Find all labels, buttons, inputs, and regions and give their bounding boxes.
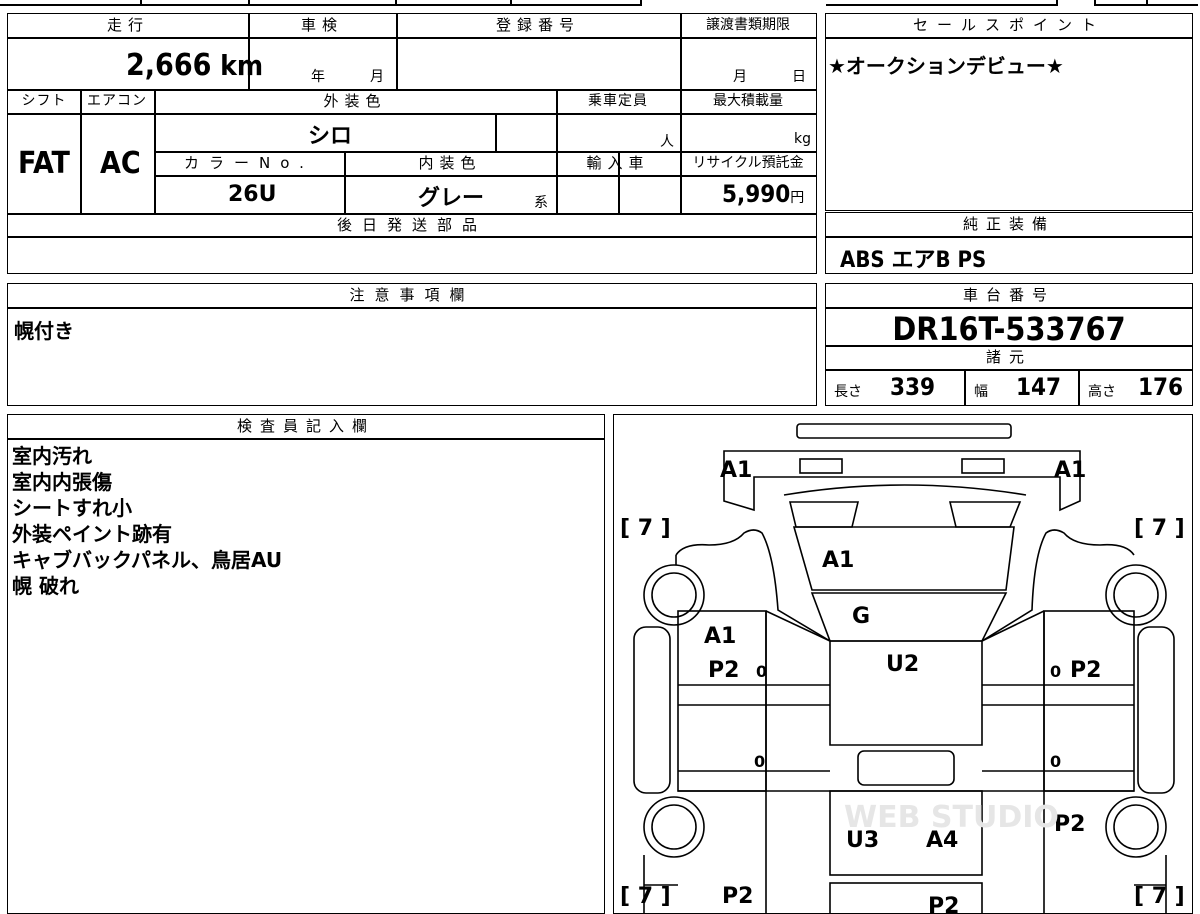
inspection-label: 車検 <box>300 16 343 34</box>
sales-point-text: ★オークションデビュー★ <box>828 54 1064 78</box>
bracket-mark: [ 7 ] <box>620 516 671 541</box>
factory-equipment-label: 純正装備 <box>962 215 1055 233</box>
inspector-line: 幌 破れ <box>12 574 79 598</box>
chassis-panel: 車台番号 DR16T-533767 諸元 長さ 339 幅 147 高さ 176 <box>825 283 1193 406</box>
factory-equipment-value: ABS エアB PS <box>840 248 987 273</box>
chassis-label: 車台番号 <box>962 286 1055 304</box>
inspection-year: 年 <box>311 69 325 85</box>
damage-mark: P2 <box>722 884 753 909</box>
damage-mark: P2 <box>928 894 959 914</box>
registration-label: 登録番号 <box>495 16 580 34</box>
recycle-fee-value: 5,990円 <box>722 180 805 208</box>
width-value: 147 <box>1016 373 1062 401</box>
inspection-month: 月 <box>370 69 384 85</box>
mileage-label: 走行 <box>106 16 149 34</box>
recycle-fee-label: リサイクル預託金 <box>692 155 804 171</box>
watermark: WEB STUDIO <box>844 800 1059 835</box>
aircon-value: AC <box>100 146 141 181</box>
vehicle-info-table: 走行 車検 登録番号 譲渡書類期限 2,666 km 年 月 月 日 シフト エ… <box>7 13 817 274</box>
length-label: 長さ <box>834 384 862 400</box>
damage-mark: A1 <box>720 458 752 483</box>
inspector-line: 室内内張傷 <box>12 470 112 494</box>
notes-text: 幌付き <box>14 319 74 343</box>
bracket-mark: [ 7 ] <box>1134 516 1185 541</box>
aircon-label: エアコン <box>87 93 147 109</box>
color-no-value: 26U <box>228 182 277 207</box>
vehicle-damage-diagram: 0 0 0 0 [ 7 ] [ 7 ] [ 7 ] [ 7 ] A1 A1 A1… <box>613 414 1193 914</box>
damage-mark: A1 <box>1054 458 1086 483</box>
length-value: 339 <box>890 373 936 401</box>
exterior-color-label: 外装色 <box>323 92 387 110</box>
chassis-value: DR16T-533767 <box>892 310 1126 348</box>
zero-mark: 0 <box>1050 752 1061 771</box>
damage-mark: A1 <box>704 624 736 649</box>
height-label: 高さ <box>1088 384 1116 400</box>
later-parts-label: 後日発送部品 <box>336 216 487 234</box>
shift-value: FAT <box>18 146 70 181</box>
damage-mark: U2 <box>886 652 919 677</box>
capacity-unit: 人 <box>660 134 674 150</box>
transfer-month: 月 <box>733 69 747 85</box>
top-strip <box>0 0 1200 6</box>
truck-diagram-svg: 0 0 0 0 [ 7 ] [ 7 ] [ 7 ] [ 7 ] A1 A1 A1… <box>620 423 1185 914</box>
interior-color-value: グレー <box>418 186 485 211</box>
bracket-mark: [ 7 ] <box>620 884 671 909</box>
damage-mark: P2 <box>1070 658 1101 683</box>
zero-mark: 0 <box>754 752 765 771</box>
damage-mark: A1 <box>822 548 854 573</box>
transfer-day: 日 <box>792 69 806 85</box>
inspector-panel: 検査員記入欄 室内汚れ 室内内張傷 シートすれ小 外装ペイント跡有 キャブバック… <box>7 414 605 914</box>
damage-mark: P2 <box>708 658 739 683</box>
mileage-value: 2,666 km <box>126 48 264 83</box>
notes-label: 注意事項欄 <box>349 286 475 304</box>
bracket-mark: [ 7 ] <box>1134 884 1185 909</box>
transfer-deadline-label: 譲渡書類期限 <box>706 17 790 33</box>
exterior-color-value: シロ <box>308 124 353 149</box>
inspector-label: 検査員記入欄 <box>236 417 375 435</box>
inspector-line: シートすれ小 <box>12 496 132 520</box>
color-no-label: カラーNo. <box>184 154 314 172</box>
height-value: 176 <box>1138 373 1184 401</box>
inspector-line: 室内汚れ <box>12 444 92 468</box>
sales-point-label: セールスポイント <box>912 16 1105 34</box>
inspector-line: 外装ペイント跡有 <box>12 522 172 546</box>
max-load-label: 最大積載量 <box>713 93 783 109</box>
import-label: 輸入車 <box>586 154 650 172</box>
specs-label: 諸元 <box>985 348 1032 366</box>
factory-equipment-panel: 純正装備 ABS エアB PS <box>825 212 1193 274</box>
shift-label: シフト <box>21 93 67 109</box>
damage-mark: G <box>852 604 870 629</box>
zero-mark: 0 <box>1050 662 1061 681</box>
capacity-label: 乗車定員 <box>588 93 648 109</box>
sales-point-panel: セールスポイント ★オークションデビュー★ <box>825 13 1193 211</box>
max-load-unit: kg <box>794 131 811 147</box>
inspector-lines: 室内汚れ 室内内張傷 シートすれ小 外装ペイント跡有 キャブバックパネル、鳥居A… <box>12 443 282 599</box>
width-label: 幅 <box>974 384 988 400</box>
zero-mark: 0 <box>756 662 767 681</box>
notes-panel: 注意事項欄 幌付き <box>7 283 817 406</box>
interior-color-suffix: 系 <box>534 195 548 211</box>
interior-color-label: 内装色 <box>418 154 482 172</box>
inspector-line: キャブバックパネル、鳥居AU <box>12 548 283 572</box>
